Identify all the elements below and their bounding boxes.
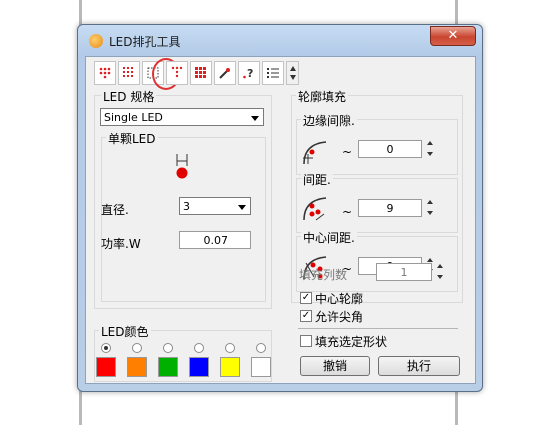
edge-gap-group: 边缘间隙. ~ 0 (296, 112, 458, 175)
diameter-value: 3 (183, 200, 190, 213)
color-radio-3[interactable] (194, 343, 204, 353)
help-dots-icon[interactable]: ? (238, 61, 260, 85)
edge-gap-spinner[interactable] (425, 139, 435, 159)
spacing-icon (303, 197, 327, 221)
close-button[interactable]: ✕ (430, 26, 476, 46)
color-swatch-4[interactable] (220, 357, 240, 377)
single-led-label: 单颗LED (106, 130, 158, 147)
color-swatch-5[interactable] (251, 357, 271, 377)
window-title: LED排孔工具 (109, 35, 181, 49)
execute-button[interactable]: 执行 (378, 356, 460, 376)
title-bar[interactable]: LED排孔工具 ✕ (78, 25, 482, 55)
list-icon[interactable] (262, 61, 284, 85)
color-swatch-1[interactable] (127, 357, 147, 377)
fill-columns-spinner[interactable] (435, 262, 445, 282)
spin-down-icon (427, 211, 433, 215)
spacing-group: 间距. ~ 9 (296, 171, 458, 233)
color-swatch-0[interactable] (96, 357, 116, 377)
led-spec-label: LED 规格 (101, 88, 157, 105)
magic-wand-icon[interactable] (214, 61, 236, 85)
cancel-button[interactable]: 撤销 (300, 356, 370, 376)
diameter-select[interactable]: 3 (179, 197, 251, 215)
chevron-down-icon (238, 205, 246, 210)
color-radio-1[interactable] (132, 343, 142, 353)
edge-gap-label: 边缘间隙. (301, 112, 357, 129)
spin-up-icon (427, 141, 433, 145)
power-input[interactable]: 0.07 (179, 231, 251, 249)
led-spec-group: LED 规格 Single LED 单颗LED 直径. 3 功率.W 0.07 (94, 88, 272, 309)
spacing-tilde: ~ (342, 205, 353, 219)
center-outline-label: 中心轮廓 (315, 292, 364, 306)
spacing-input[interactable]: 9 (358, 199, 422, 217)
color-radio-4[interactable] (225, 343, 235, 353)
spin-down-icon (437, 275, 443, 279)
chevron-down-icon (251, 116, 259, 121)
separator (298, 328, 458, 329)
single-led-group: 单颗LED 直径. 3 功率.W 0.07 (101, 130, 266, 302)
diameter-label: 直径. (101, 203, 129, 217)
app-icon (89, 34, 103, 48)
color-radio-0[interactable] (101, 343, 111, 353)
led-hole-tool-window: LED排孔工具 ✕ ? LED 规格 Single LED 单颗LED 直径. … (77, 24, 483, 392)
color-radio-2[interactable] (163, 343, 173, 353)
color-swatch-3[interactable] (189, 357, 209, 377)
svg-text:?: ? (247, 67, 253, 80)
edge-gap-icon (303, 141, 327, 165)
outline-fill-label: 轮廓填充 (296, 88, 349, 105)
fill-columns-input[interactable]: 1 (376, 263, 432, 281)
edge-gap-input[interactable]: 0 (358, 140, 422, 158)
led-type-select[interactable]: Single LED (100, 108, 264, 126)
edge-gap-tilde: ~ (342, 145, 353, 159)
fill-selected-shape-label: 填充选定形状 (315, 335, 388, 349)
fill-selected-shape-checkbox[interactable] (300, 335, 312, 347)
dense-grid-icon[interactable] (190, 61, 212, 85)
text-dots-icon[interactable] (166, 61, 188, 85)
allow-sharp-label: 允许尖角 (315, 310, 364, 324)
dots-grid-icon[interactable] (118, 61, 140, 85)
allow-sharp-checkbox[interactable]: ✓ (300, 310, 312, 322)
center-outline-checkbox[interactable]: ✓ (300, 292, 312, 304)
spin-up-icon (427, 258, 433, 262)
color-swatch-2[interactable] (158, 357, 178, 377)
scroll-arrows-icon[interactable] (286, 61, 299, 85)
led-color-group: LED颜色 (94, 323, 272, 382)
spin-up-icon (427, 200, 433, 204)
led-color-label: LED颜色 (99, 323, 151, 340)
spacing-label: 间距. (301, 171, 333, 188)
color-radio-5[interactable] (256, 343, 266, 353)
dots-pattern-icon[interactable] (94, 61, 116, 85)
spacing-spinner[interactable] (425, 198, 435, 218)
led-type-value: Single LED (104, 111, 163, 124)
led-preview-icon (176, 154, 188, 179)
spin-up-icon (437, 264, 443, 268)
center-spacing-label: 中心间距. (301, 229, 357, 246)
dialog-client: ? LED 规格 Single LED 单颗LED 直径. 3 功率.W 0.0… (85, 56, 476, 384)
fill-columns-label: 填充列数 (299, 268, 348, 282)
spin-down-icon (427, 152, 433, 156)
power-label: 功率.W (101, 237, 141, 251)
